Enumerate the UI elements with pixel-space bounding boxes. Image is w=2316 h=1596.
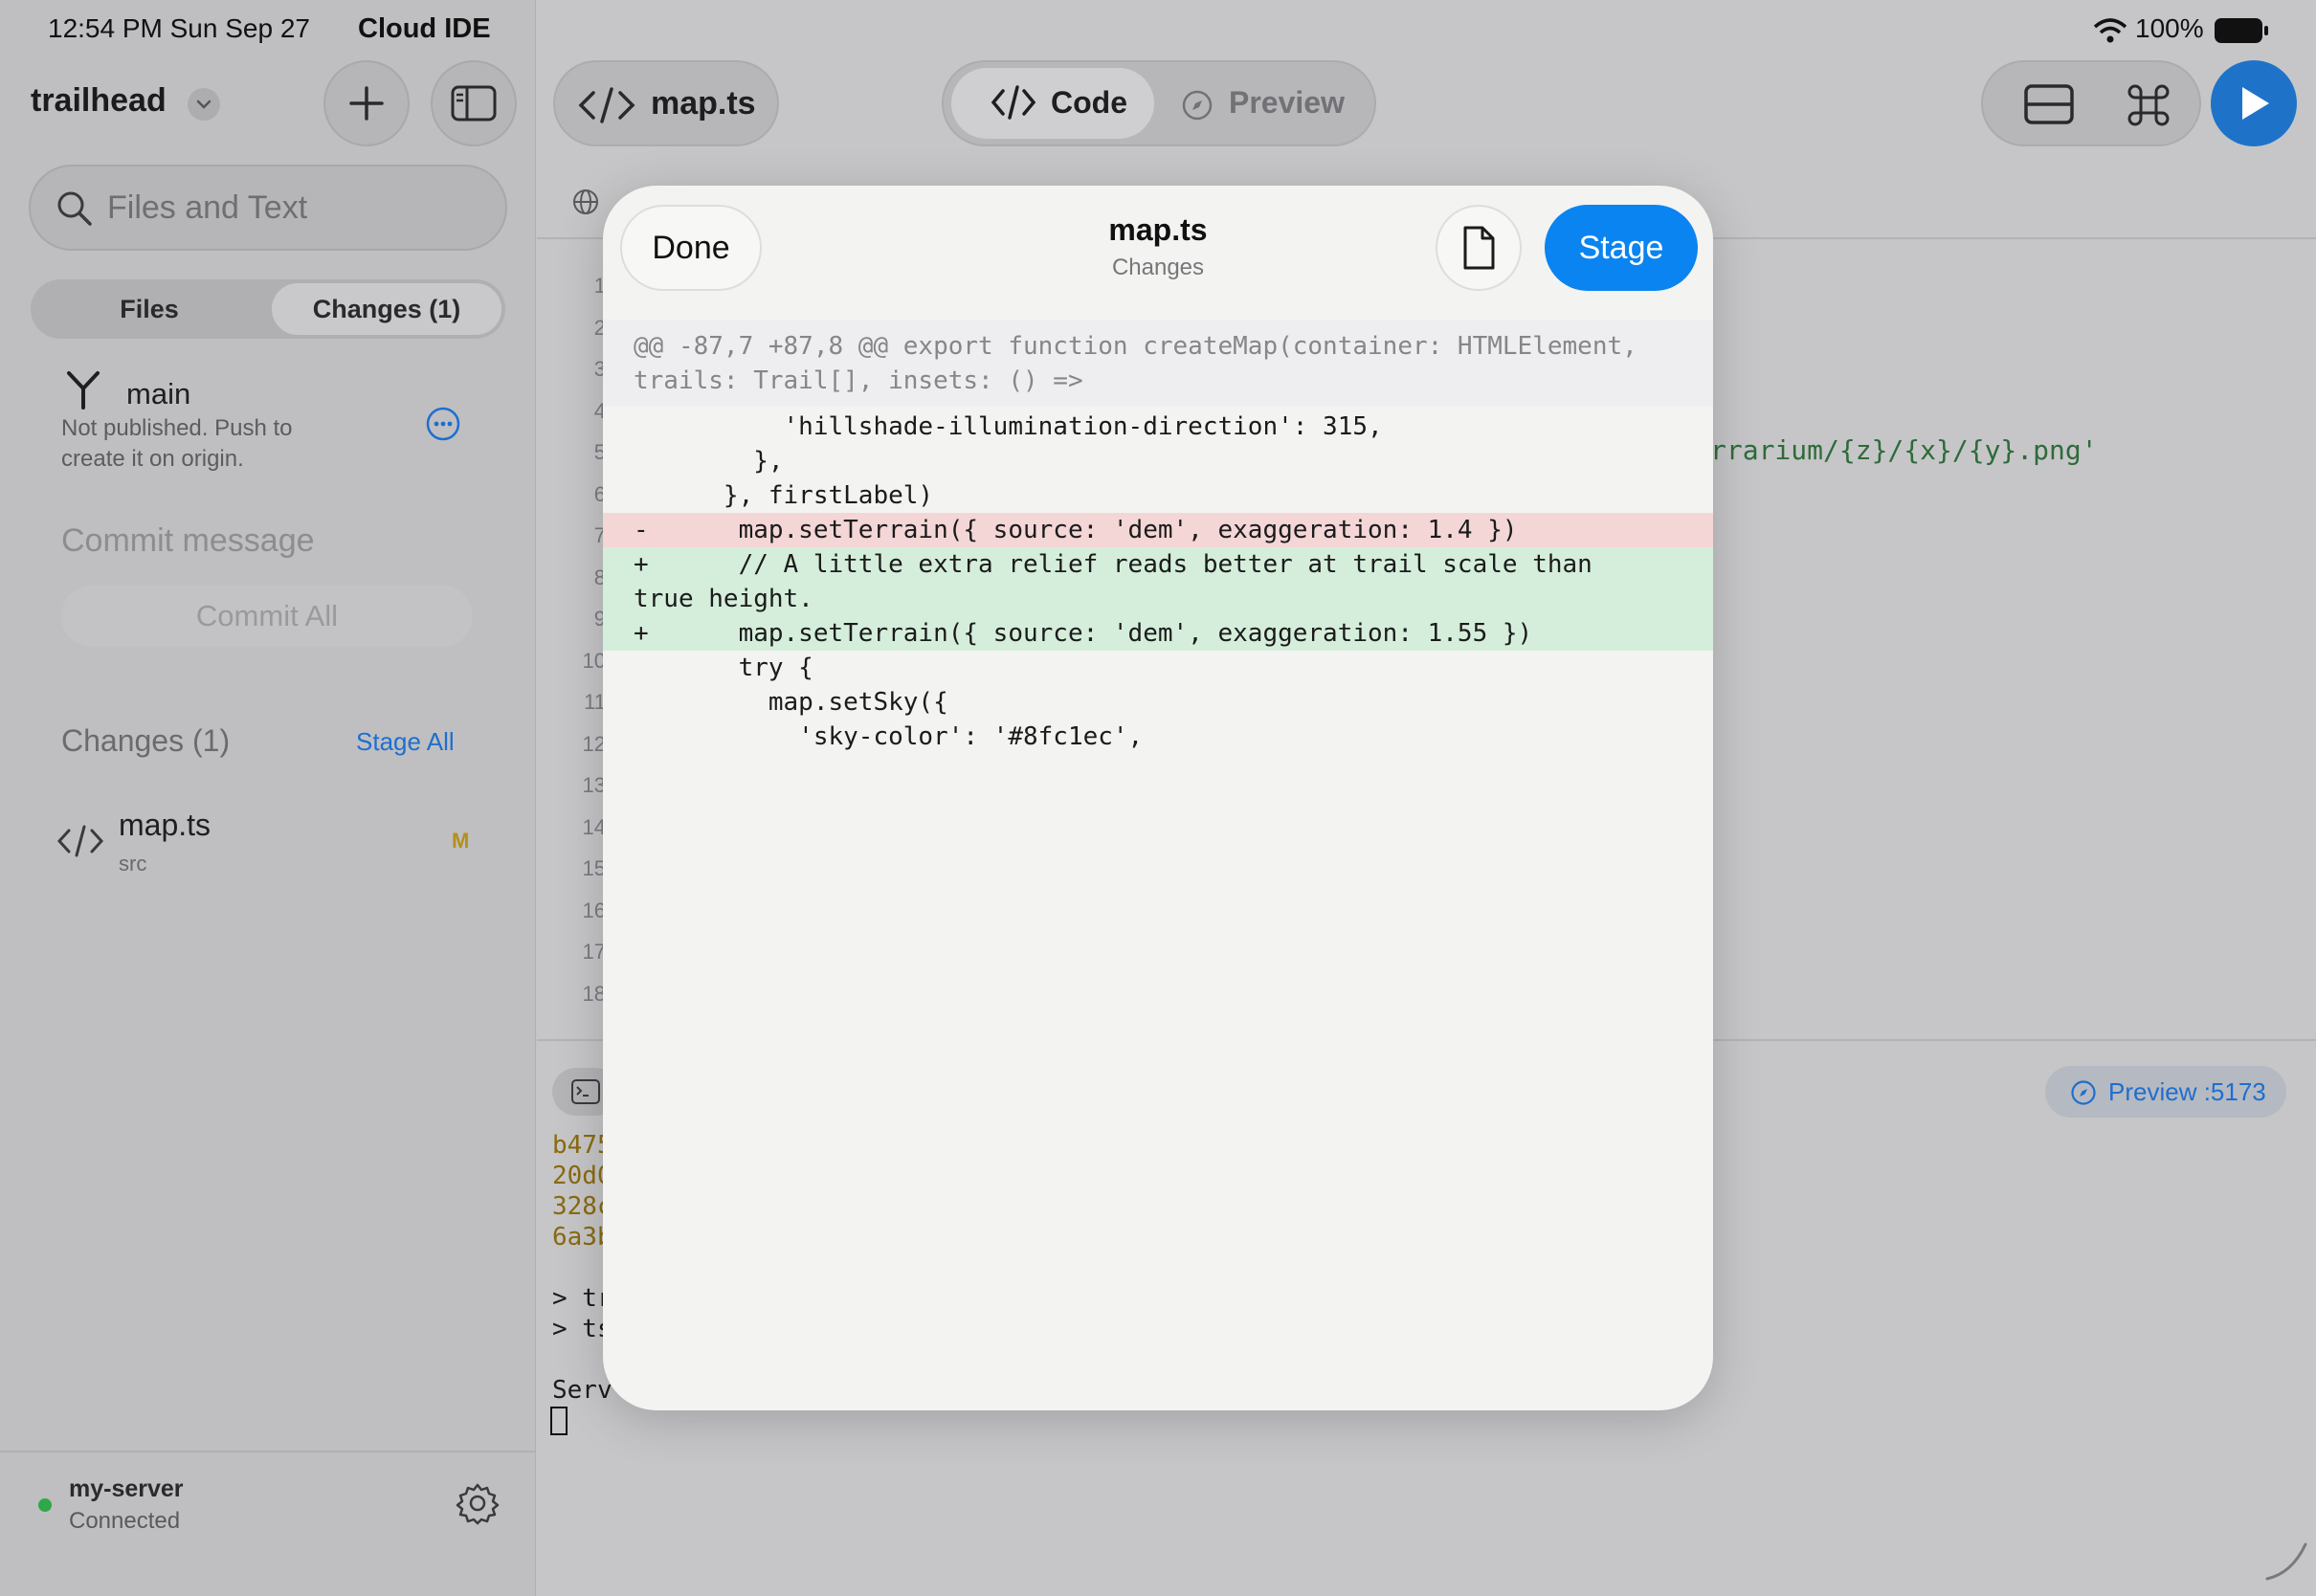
plus-icon: [349, 86, 384, 121]
search-input[interactable]: Files and Text: [29, 165, 507, 251]
preview-port-button[interactable]: Preview :5173: [2045, 1066, 2286, 1118]
code-button[interactable]: Code: [951, 68, 1154, 139]
line-number: 16: [582, 898, 606, 922]
stage-button[interactable]: Stage: [1545, 205, 1698, 291]
line-number: 11: [584, 690, 606, 714]
document-icon: [1463, 226, 1495, 270]
compass-icon: [2071, 1080, 2096, 1105]
changed-file-dir: src: [119, 852, 147, 876]
server-name: my-server: [69, 1475, 184, 1502]
diff-line-context: map.setSky({: [634, 688, 948, 717]
open-file-button[interactable]: [1436, 205, 1522, 291]
search-icon: [57, 191, 92, 226]
more-options-icon[interactable]: [425, 406, 461, 442]
run-button[interactable]: [2211, 60, 2297, 146]
globe-icon: [573, 189, 598, 214]
code-preview-toggle: Code Preview: [942, 60, 1376, 146]
project-name[interactable]: trailhead: [31, 82, 167, 120]
line-number: 18: [582, 981, 606, 1006]
status-app-name: Cloud IDE: [358, 13, 491, 44]
tab-changes[interactable]: Changes (1): [272, 283, 501, 335]
toggle-sidebar-button[interactable]: [431, 60, 517, 146]
terminal-icon: [571, 1079, 600, 1104]
line-number: 3: [593, 357, 606, 381]
line-number: 10: [582, 648, 606, 673]
code-icon: [991, 85, 1036, 120]
line-number: 6: [593, 481, 606, 506]
chevron-down-icon[interactable]: [188, 88, 220, 121]
add-button[interactable]: [323, 60, 410, 146]
battery-percent: 100%: [2135, 13, 2204, 43]
editor-code-fragment: rrarium/{z}/{x}/{y}.png': [1710, 434, 2098, 466]
diff-line-added: + // A little extra relief reads better …: [603, 547, 1713, 616]
sidebar: 12:54 PM Sun Sep 27 Cloud IDE trailhead …: [0, 0, 536, 1596]
branch-name: main: [126, 377, 191, 410]
right-tool-group: [1981, 60, 2201, 146]
file-tab-label: map.ts: [651, 85, 756, 122]
stage-all-button[interactable]: Stage All: [356, 727, 455, 757]
preview-port-label: Preview :5173: [2108, 1077, 2266, 1106]
code-icon: [578, 87, 635, 123]
branch-icon: [67, 371, 100, 410]
line-number: 7: [593, 523, 606, 547]
line-number: 9: [593, 607, 606, 631]
resize-handle-icon[interactable]: [2263, 1535, 2311, 1583]
diff-line-context: 'sky-color': '#8fc1ec',: [634, 722, 1144, 751]
play-icon: [2242, 87, 2269, 120]
divider: [0, 1451, 536, 1452]
search-placeholder: Files and Text: [107, 189, 308, 226]
terminal-cursor[interactable]: [550, 1407, 568, 1435]
status-time: 12:54 PM Sun Sep 27: [48, 13, 310, 43]
changes-header: Changes (1): [61, 723, 231, 758]
line-number: 12: [582, 731, 606, 756]
line-number: 4: [593, 398, 606, 423]
diff-modal: Done map.ts Changes Stage @@ -87,7 +87,8…: [603, 186, 1713, 1410]
tab-files[interactable]: Files: [31, 279, 268, 339]
commit-all-button[interactable]: Commit All: [61, 586, 473, 647]
status-dot: [38, 1498, 52, 1512]
diff-line-context: }, firstLabel): [634, 481, 934, 510]
line-number: 15: [582, 856, 606, 880]
line-number: 5: [593, 440, 606, 464]
diff-line-context: 'hillshade-illumination-direction': 315,: [634, 412, 1383, 441]
compass-icon[interactable]: [1181, 89, 1214, 122]
diff-line-deleted: - map.setTerrain({ source: 'dem', exagge…: [603, 513, 1713, 547]
diff-line-context: try {: [634, 654, 813, 682]
changed-file-name[interactable]: map.ts: [119, 808, 211, 843]
diff-hunk-header: @@ -87,7 +87,8 @@ export function create…: [603, 320, 1713, 406]
line-number: 8: [593, 565, 606, 589]
diff-line-added: + map.setTerrain({ source: 'dem', exagge…: [603, 616, 1713, 651]
server-status: Connected: [69, 1508, 181, 1534]
layout-icon[interactable]: [2023, 83, 2075, 125]
line-number: 1: [593, 274, 606, 298]
modified-badge: M: [452, 829, 470, 853]
gear-icon[interactable]: [456, 1481, 500, 1525]
line-number: 2: [593, 315, 606, 340]
preview-button[interactable]: Preview: [1229, 85, 1345, 121]
wifi-icon: [2093, 18, 2127, 43]
sidebar-icon: [451, 85, 497, 122]
line-number: 14: [582, 814, 606, 839]
branch-note: Not published. Push to create it on orig…: [61, 415, 293, 472]
line-number: 13: [582, 773, 606, 797]
sidebar-segmented-control: Files Changes (1): [31, 279, 505, 339]
line-number: 17: [582, 940, 606, 964]
file-tab[interactable]: map.ts: [553, 60, 779, 146]
command-icon[interactable]: [2125, 81, 2172, 129]
code-file-icon: [56, 825, 104, 857]
terminal-line: Serv: [552, 1376, 612, 1405]
diff-line-context: },: [634, 447, 784, 476]
battery-icon: [2215, 18, 2268, 43]
commit-message-input[interactable]: Commit message: [61, 522, 315, 560]
code-button-label: Code: [1051, 85, 1127, 120]
